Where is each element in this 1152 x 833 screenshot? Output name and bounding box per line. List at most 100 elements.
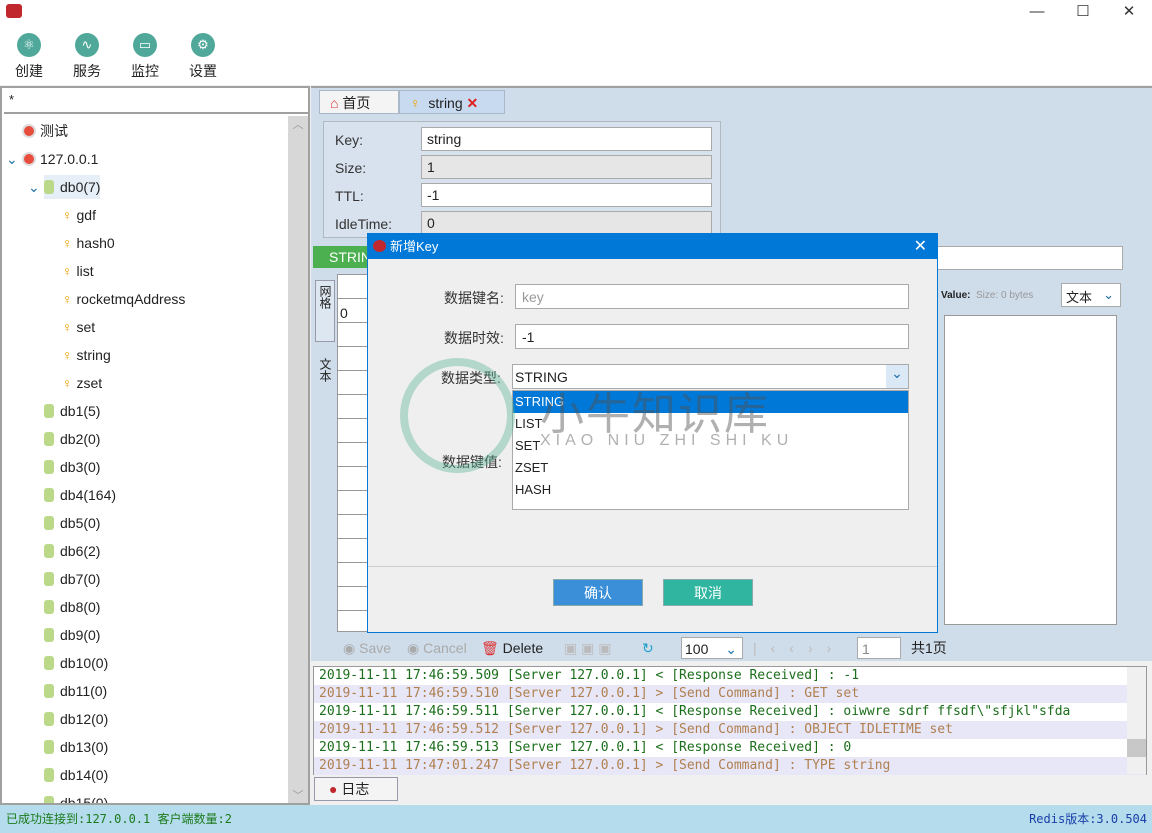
cancel-label: Cancel [423,640,467,656]
tree-item-db[interactable]: ⌄ db0(7) [28,175,101,199]
trash-icon: 🗑 [481,640,499,656]
tab-string[interactable]: ♀ string ✕ [399,90,505,114]
log-row: 2019-11-11 17:47:01.247 [Server 127.0.0.… [314,757,1146,775]
tree-item-label: zset [76,375,103,391]
database-icon [44,796,54,803]
tree-item-key[interactable]: ♀ gdf [62,203,96,227]
tree-item-db[interactable]: db4(164) [44,483,116,507]
key-name-input[interactable]: key [515,284,909,309]
log-row: 2019-11-11 17:46:59.510 [Server 127.0.0.… [314,685,1146,703]
tree-item-db[interactable]: db12(0) [44,707,108,731]
type-option[interactable]: HASH [513,479,908,501]
settings-button[interactable]: ⚙ 设置 [178,33,228,81]
chevron-down-icon[interactable]: ⌄ [28,175,40,199]
total-pages: 共1页 [911,640,947,656]
tree-item-db[interactable]: db6(2) [44,539,100,563]
tree-item-label: db11(0) [60,683,108,699]
value-textarea[interactable] [944,315,1117,625]
tree-item-db[interactable]: db14(0) [44,763,108,787]
service-button[interactable]: ∿ 服务 [62,33,112,81]
key-icon: ♀ [62,319,73,335]
chevron-down-icon[interactable]: ⌄ [6,147,18,171]
watermark-logo-icon [400,358,515,473]
close-button[interactable]: ✕ [1106,0,1152,25]
tree-item-db[interactable]: db5(0) [44,511,100,535]
page-size-select[interactable]: 100 ⌄ [681,637,743,659]
tree-item-label: db2(0) [60,431,101,447]
format-select[interactable]: 文本 ⌄ [1061,283,1121,307]
tree-item-label: db10(0) [60,655,109,671]
tree-item-key[interactable]: ♀ rocketmqAddress [62,287,185,311]
key-field[interactable]: string [421,127,712,151]
log-row: 2019-11-11 17:46:59.509 [Server 127.0.0.… [314,667,1146,685]
home-icon: ⌂ [330,95,339,111]
minimize-button[interactable]: — [1014,0,1060,25]
ttl-field[interactable]: -1 [421,183,712,207]
key-icon: ♀ [410,95,421,111]
database-icon [44,740,54,754]
tree-item-db[interactable]: db10(0) [44,651,108,675]
key-info-panel: Key: string Size: 1 TTL: -1 IdleTime: 0 [323,121,721,238]
page-input[interactable]: 1 [857,637,901,659]
tree-item-db[interactable]: db2(0) [44,427,100,451]
tree-item-db[interactable]: db7(0) [44,567,100,591]
save-button[interactable]: ◉ Save [343,637,391,659]
key-tree: 测试 ⌄ 127.0.0.1 ⌄ db0(7) ♀ gdf ♀ hash0 ♀ list ♀ rocke… [2,116,288,803]
value-search-field[interactable] [931,246,1123,270]
title-bar: — ☐ ✕ [0,0,1152,25]
tree-item-label: db0(7) [60,179,101,195]
cancel-button[interactable]: ◉ Cancel [407,637,467,659]
settings-label: 设置 [189,63,217,79]
tree-item-key[interactable]: ♀ zset [62,371,102,395]
tree-item-server[interactable]: ⌄ 127.0.0.1 [6,147,98,171]
monitor-button[interactable]: ▭ 监控 [120,33,170,81]
tree-item-key[interactable]: ♀ list [62,259,94,283]
refresh-icon[interactable]: ↻ [642,637,654,659]
database-icon [44,572,54,586]
ttl-input[interactable]: -1 [515,324,909,349]
log-scrollbar[interactable] [1127,667,1146,774]
key-icon: ♀ [62,207,73,223]
type-option[interactable]: ZSET [513,457,908,479]
text-side-tab[interactable]: 文本 [317,358,334,382]
key-icon: ♀ [62,291,73,307]
log-tab[interactable]: ● 日志 [314,777,398,801]
key-filter-input[interactable]: * [4,88,308,114]
tree-scrollbar[interactable]: ︿ ﹀ [288,116,308,803]
service-icon: ∿ [75,33,99,57]
tree-item-server[interactable]: 测试 [22,119,68,143]
tree-item-db[interactable]: db1(5) [44,399,100,423]
database-icon [44,516,54,530]
tree-item-label: db4(164) [60,487,117,503]
tree-item-db[interactable]: db13(0) [44,735,108,759]
tree-item-label: db7(0) [60,571,101,587]
cancel-dialog-button[interactable]: 取消 [663,579,753,606]
confirm-button[interactable]: 确认 [553,579,643,606]
key-label: Key: [335,132,364,148]
ttl-label: 数据时效: [444,330,504,346]
tree-item-key[interactable]: ♀ string [62,343,111,367]
maximize-button[interactable]: ☐ [1060,0,1106,25]
delete-button[interactable]: 🗑 Delete [481,637,543,659]
app-logo-icon [6,4,22,18]
row-tool-icons[interactable]: ▣ ▣ ▣ [564,637,611,659]
delete-label: Delete [502,640,544,656]
database-icon [44,628,54,642]
tree-item-label: db12(0) [60,711,109,727]
grid-side-tab[interactable]: 网格 [315,280,335,342]
close-tab-icon[interactable]: ✕ [467,95,479,111]
tree-item-db[interactable]: db11(0) [44,679,107,703]
tree-item-label: db14(0) [60,767,109,783]
tree-item-db[interactable]: db3(0) [44,455,100,479]
tree-item-key[interactable]: ♀ hash0 [62,231,115,255]
tree-item-db[interactable]: db8(0) [44,595,100,619]
tree-item-label: db13(0) [60,739,109,755]
atom-icon: ⚛ [17,33,41,57]
dialog-close-button[interactable]: ✕ [914,234,927,259]
create-button[interactable]: ⚛ 创建 [4,33,54,81]
app-logo-icon [373,240,386,252]
tree-item-key[interactable]: ♀ set [62,315,95,339]
tree-item-db[interactable]: db9(0) [44,623,100,647]
tree-item-db[interactable]: db15(0) [44,791,108,803]
tab-home[interactable]: ⌂ 首页 [319,90,399,114]
